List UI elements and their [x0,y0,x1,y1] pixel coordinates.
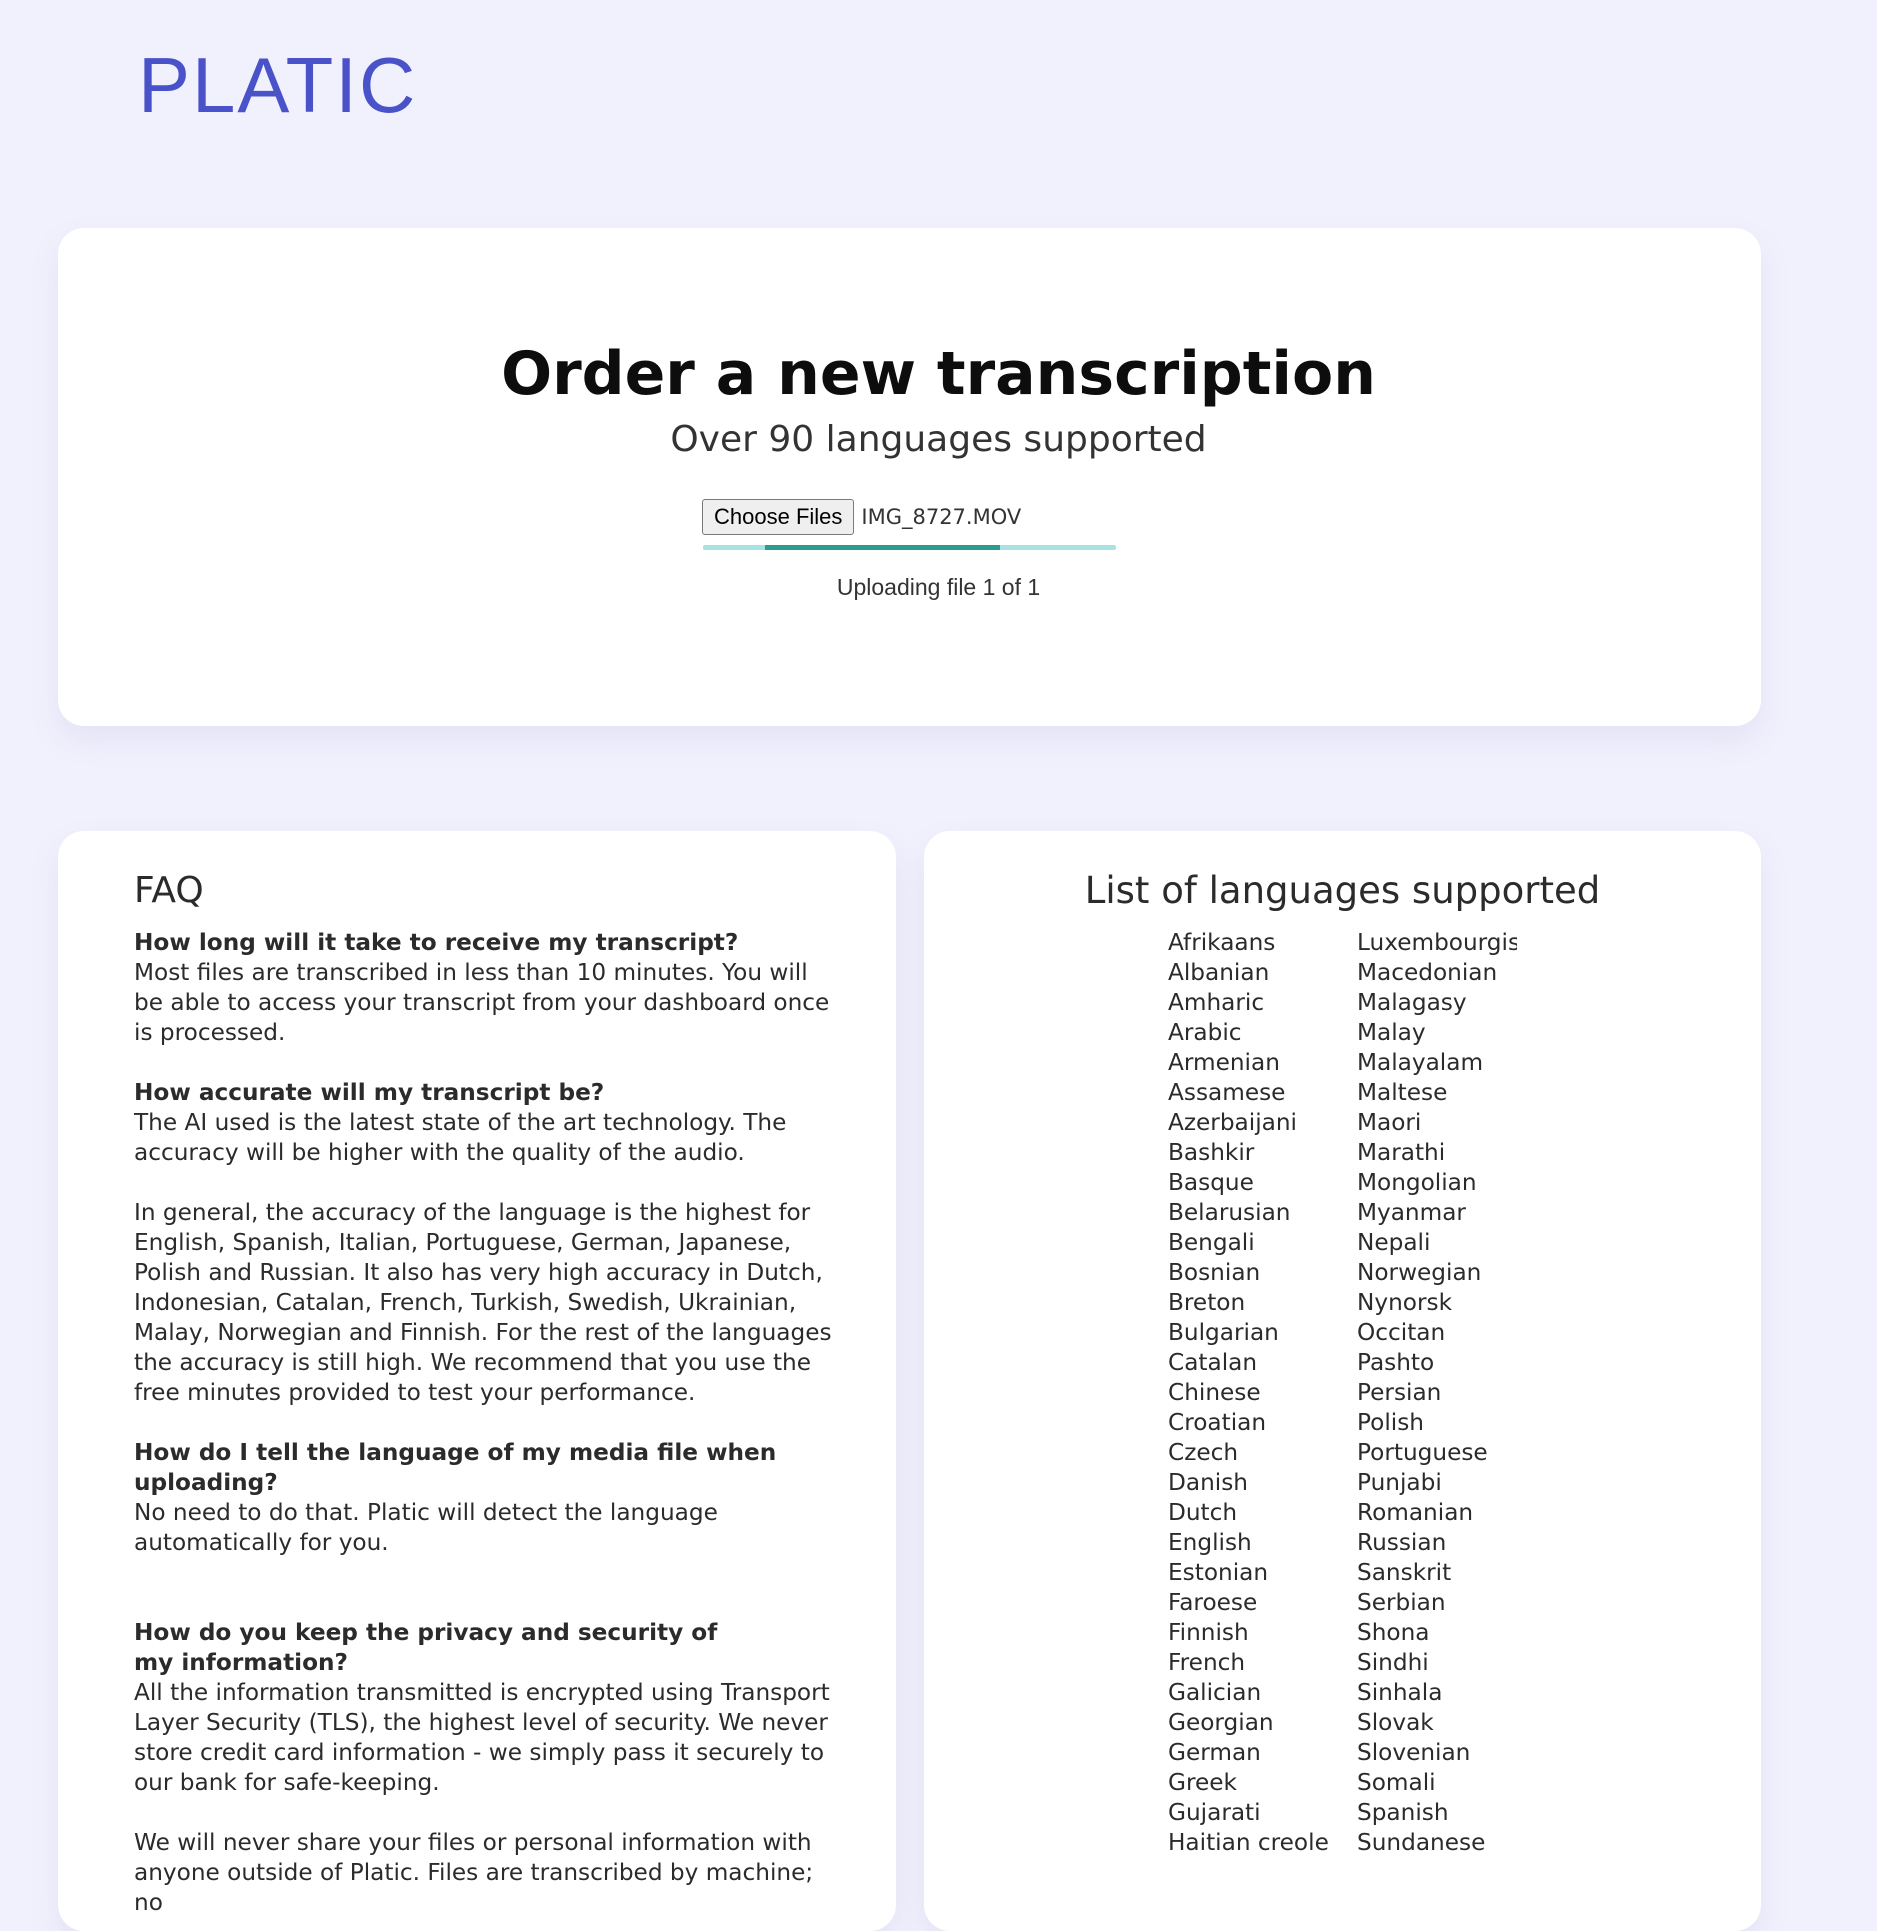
faq-list: How long will it take to receive my tran… [134,928,834,1918]
language-item: Amharic [1168,989,1265,1016]
language-item: Arabic [1168,1019,1242,1046]
language-item: Persian [1357,1379,1442,1406]
language-item: Slovak [1357,1709,1434,1736]
language-item: Croatian [1168,1409,1267,1436]
language-item: Bengali [1168,1229,1255,1256]
faq-answer: The AI used is the latest state of the a… [134,1109,787,1166]
language-item: Spanish [1357,1799,1449,1826]
language-item: Greek [1168,1769,1237,1796]
faq-question: How do you keep the privacy and security… [134,1619,718,1676]
selected-file-name: IMG_8727.MOV [861,505,1022,529]
language-item: Punjabi [1357,1469,1442,1496]
language-item: Bulgarian [1168,1319,1279,1346]
language-item: Maori [1357,1109,1422,1136]
language-item: Shona [1357,1619,1430,1646]
page-title: Order a new transcription [501,339,1376,409]
language-item: Azerbaijani [1168,1109,1297,1136]
language-item: Sundanese [1357,1829,1486,1856]
language-item: Finnish [1168,1619,1249,1646]
file-input[interactable]: Choose Files IMG_8727.MOV [702,498,1021,536]
faq-question: How long will it take to receive my tran… [134,929,739,956]
language-item: Haitian creole [1168,1829,1329,1856]
language-item: Danish [1168,1469,1248,1496]
language-item: Basque [1168,1169,1254,1196]
language-item: Nepali [1357,1229,1431,1256]
language-item: Mongolian [1357,1169,1477,1196]
faq-heading: FAQ [134,870,204,911]
language-item: English [1168,1529,1252,1556]
languages-heading: List of languages supported [1084,869,1601,912]
language-item: Sinhala [1357,1679,1443,1706]
faq-question: How accurate will my transcript be? [134,1079,605,1106]
language-item: Faroese [1168,1589,1258,1616]
language-item: Somali [1357,1769,1436,1796]
language-item: Breton [1168,1289,1246,1316]
upload-progress-bar [703,545,1116,550]
language-item: German [1168,1739,1261,1766]
languages-column-2: Luxembourgish Macedonian Malagasy Malay Mala… [1357,928,1517,1858]
language-item: Occitan [1357,1319,1446,1346]
faq-answer: Most files are transcribed in less than … [134,959,830,1046]
languages-column-1: Afrikaans Albanian Amharic Arabic Armenian As… [1168,928,1353,1858]
language-item: Serbian [1357,1589,1446,1616]
language-item: Slovenian [1357,1739,1471,1766]
faq-answer: We will never share your files or person… [134,1829,814,1916]
faq-answer: All the information transmitted is encry… [134,1679,830,1796]
language-item: Romanian [1357,1499,1474,1526]
language-item: Malayalam [1357,1049,1484,1076]
language-item: Luxembourgish [1357,929,1517,956]
language-item: Georgian [1168,1709,1274,1736]
language-item: Galician [1168,1679,1262,1706]
language-item: Malagasy [1357,989,1467,1016]
page-subtitle: Over 90 languages supported [670,419,1207,460]
language-item: Portuguese [1357,1439,1488,1466]
language-item: Maltese [1357,1079,1448,1106]
language-item: Catalan [1168,1349,1258,1376]
language-item: Chinese [1168,1379,1261,1406]
language-item: Estonian [1168,1559,1269,1586]
platic-logo[interactable]: PLATIC [138,40,417,131]
language-item: Czech [1168,1439,1239,1466]
order-card [58,228,1761,726]
faq-answer: In general, the accuracy of the language… [134,1199,832,1406]
language-item: Afrikaans [1168,929,1276,956]
language-item: Sindhi [1357,1649,1429,1676]
language-item: Russian [1357,1529,1447,1556]
language-item: Albanian [1168,959,1270,986]
language-item: Bosnian [1168,1259,1261,1286]
upload-progress-fill [765,545,1000,550]
language-item: Marathi [1357,1139,1446,1166]
language-item: Gujarati [1168,1799,1261,1826]
language-item: Armenian [1168,1049,1280,1076]
upload-status-text: Uploading file 1 of 1 [836,574,1041,600]
language-item: Bashkir [1168,1139,1255,1166]
language-item: Macedonian [1357,959,1498,986]
language-item: Polish [1357,1409,1425,1436]
language-item: Nynorsk [1357,1289,1452,1316]
language-item: Assamese [1168,1079,1286,1106]
language-item: Norwegian [1357,1259,1482,1286]
language-item: Myanmar [1357,1199,1466,1226]
faq-answer: No need to do that. Platic will detect t… [134,1499,718,1556]
language-item: Pashto [1357,1349,1435,1376]
language-item: Malay [1357,1019,1426,1046]
language-item: Sanskrit [1357,1559,1452,1586]
faq-question: How do I tell the language of my media f… [134,1439,777,1496]
language-item: Dutch [1168,1499,1238,1526]
language-item: Belarusian [1168,1199,1291,1226]
choose-files-button[interactable]: Choose Files [702,499,855,535]
language-item: French [1168,1649,1246,1676]
